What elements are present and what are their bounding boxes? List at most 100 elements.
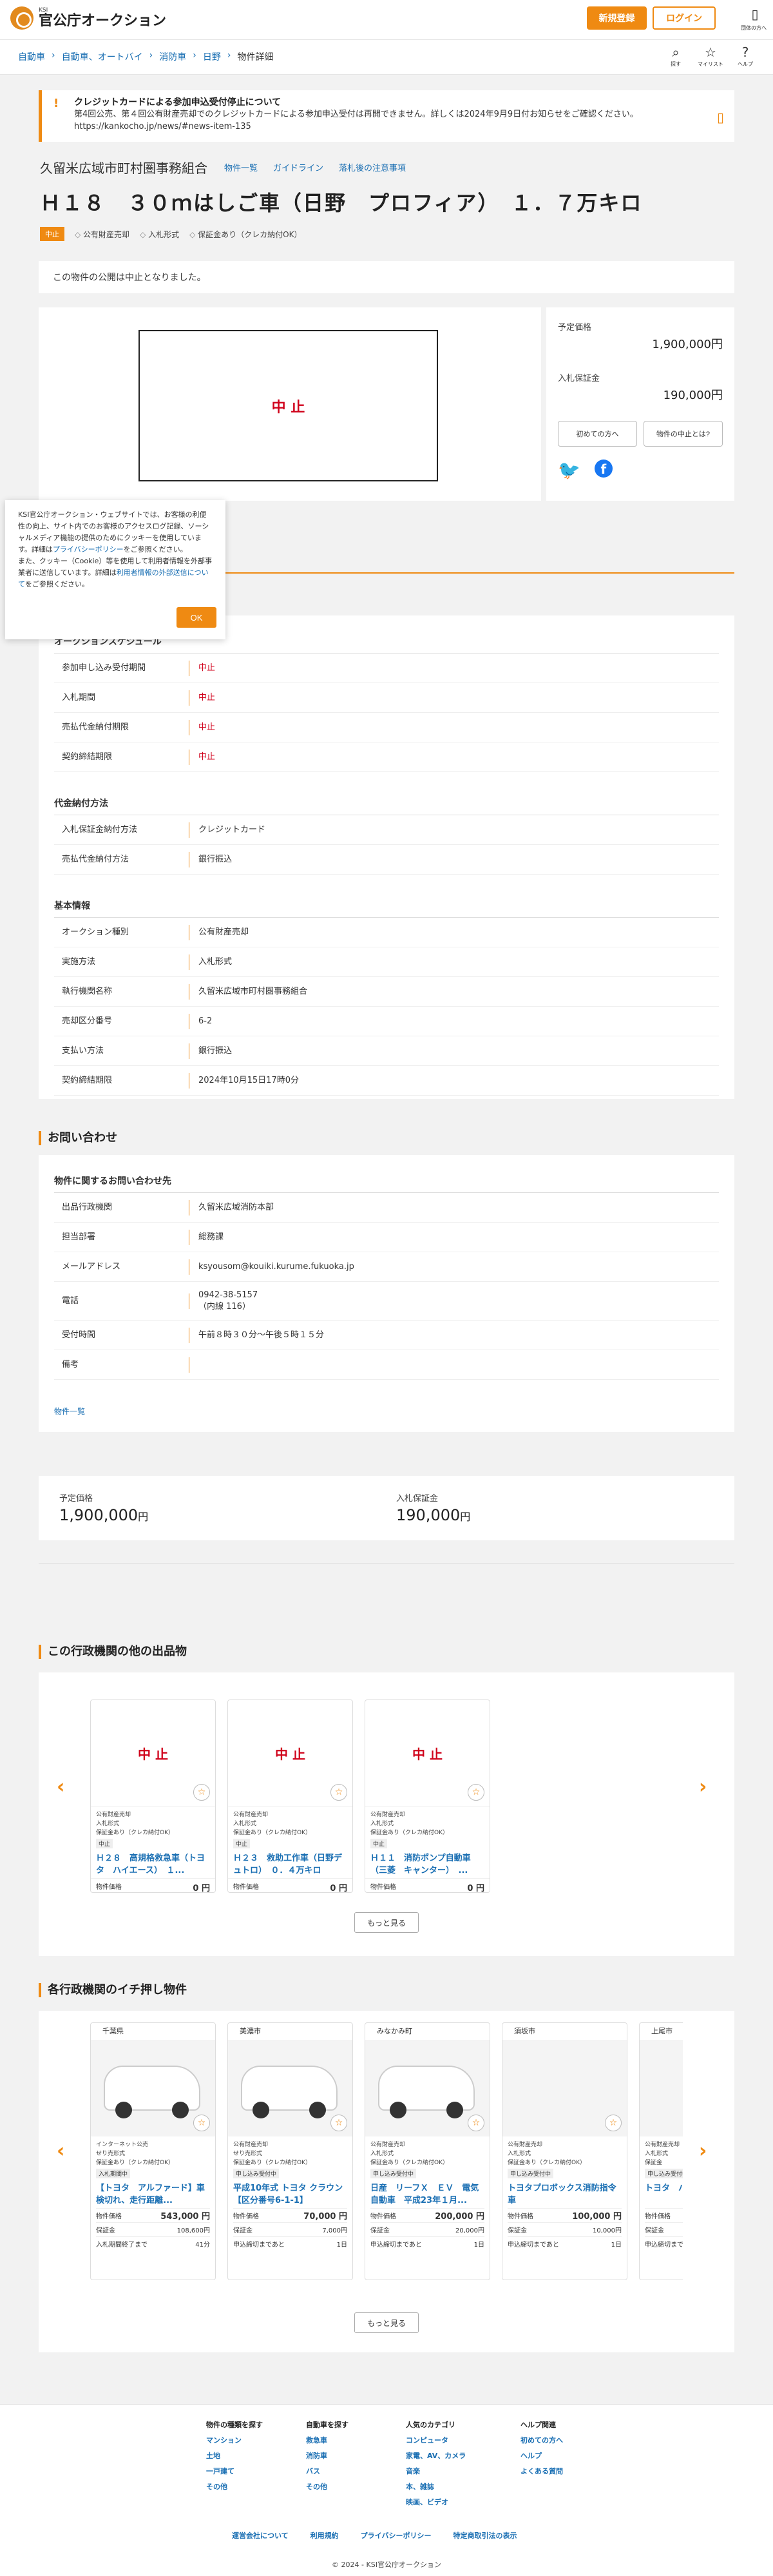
info-row-value: 中止 bbox=[198, 692, 216, 702]
info-row-value: 2024年10月15日17時0分 bbox=[198, 1075, 299, 1085]
footer-link[interactable]: 家電、AV、カメラ bbox=[406, 2448, 466, 2464]
item-card[interactable]: 中 止 ☆ 公有財産売却 入札形式 保証金あり（クレカ納付OK） 中止 Ｈ１１ 消防ポンプ自… bbox=[365, 1700, 490, 1893]
footer-links: 運営会社について 利用規約 プライバシーポリシー 特定商取引法の表示 bbox=[232, 2530, 517, 2541]
prev-arrow-icon[interactable]: ‹ bbox=[57, 1776, 64, 1798]
mylist-star-icon[interactable]: ☆ bbox=[330, 1784, 347, 1801]
card-details: 物件価格 543,000 円保証金 108,600円 入札期間終了まで 41分 bbox=[91, 2208, 215, 2251]
item-list-link-bottom[interactable]: 物件一覧 bbox=[54, 1406, 719, 1417]
org-link-label[interactable]: 団体の方へ bbox=[741, 24, 767, 32]
privacy-policy-link[interactable]: プライバシーポリシー bbox=[53, 545, 124, 554]
card-tag: 公有財産売却 bbox=[370, 1812, 406, 1818]
facebook-icon[interactable]: f bbox=[594, 460, 613, 478]
next-arrow-icon[interactable]: › bbox=[699, 1776, 707, 1798]
mylist-star-icon[interactable]: ☆ bbox=[193, 2115, 210, 2131]
company-link[interactable]: 運営会社について bbox=[232, 2530, 289, 2541]
mylist-nav[interactable]: ☆ マイリスト bbox=[698, 44, 723, 68]
site-logo[interactable]: KSI 官公庁オークション bbox=[10, 6, 166, 30]
mylist-star-icon[interactable]: ☆ bbox=[468, 1784, 484, 1801]
footer-link[interactable]: マンション bbox=[206, 2433, 263, 2448]
menu-book-icon[interactable]: ▯ bbox=[747, 6, 763, 23]
card-title[interactable]: Ｈ２３ 救助工作車（日野デュトロ） ０．４万キロ bbox=[228, 1850, 352, 1878]
login-button[interactable]: ログイン bbox=[653, 6, 716, 30]
footer-link[interactable]: よくある質問 bbox=[520, 2464, 563, 2479]
footer-link[interactable]: その他 bbox=[206, 2479, 263, 2495]
card-price-row: 物件価格 0 円 bbox=[365, 1878, 490, 1896]
footer-link[interactable]: 土地 bbox=[206, 2448, 263, 2464]
twitter-icon[interactable]: 🐦 bbox=[558, 460, 580, 481]
summary-planned-yen: 円 bbox=[138, 1511, 149, 1523]
footer-link[interactable]: 映画、ビデオ bbox=[406, 2495, 466, 2510]
next-arrow-icon[interactable]: › bbox=[699, 2140, 707, 2162]
card-title[interactable]: トヨタプロボックス消防指令車 bbox=[502, 2180, 627, 2208]
card-title[interactable]: 平成10年式 トヨタ クラウン【区分番号6-1-1】 bbox=[228, 2180, 352, 2208]
recommend-card[interactable]: 千葉県 ☆ インターネット公売 せり売形式 保証金あり（クレカ納付OK） 入札期間中 【トヨ… bbox=[90, 2022, 216, 2280]
register-button[interactable]: 新規登録 bbox=[587, 6, 647, 30]
footer-link[interactable]: 本、雑誌 bbox=[406, 2479, 466, 2495]
item-image: ☆ bbox=[365, 2040, 490, 2136]
card-title[interactable]: 日産 リーフＸ ＥＶ 電気自動車 平成23年１月... bbox=[365, 2180, 490, 2208]
footer-link[interactable]: バス bbox=[306, 2464, 348, 2479]
more-button[interactable]: もっと見る bbox=[354, 1912, 419, 1933]
card-detail-label: 保証金 bbox=[370, 2227, 390, 2234]
footer-link[interactable]: 救急車 bbox=[306, 2433, 348, 2448]
item-card[interactable]: 中 止 ☆ 公有財産売却 入札形式 保証金あり（クレカ納付OK） 中止 Ｈ２８ 高規格救急車… bbox=[90, 1700, 216, 1893]
card-tag: 保証金あり（クレカ納付OK） bbox=[96, 2160, 174, 2166]
breadcrumb-item-hino[interactable]: 日野 bbox=[203, 50, 221, 63]
card-details: 物件価格保証金申込締切まであと bbox=[640, 2208, 683, 2251]
search-nav[interactable]: ⌕ 探す bbox=[663, 44, 689, 68]
card-detail-row: 申込締切まであと 1日 bbox=[508, 2236, 622, 2251]
document-icon[interactable]: ▯ bbox=[717, 110, 724, 125]
footer-column: 自動車を探す 救急車 消防車 バス その他 bbox=[306, 2417, 348, 2495]
car-illustration bbox=[241, 2066, 338, 2118]
card-detail-label: 物件価格 bbox=[233, 2213, 259, 2220]
footer-link[interactable]: ヘルプ bbox=[520, 2448, 563, 2464]
more-button[interactable]: もっと見る bbox=[354, 2312, 419, 2333]
card-status-badge: 中止 bbox=[233, 1839, 251, 1848]
info-row: 契約締結期限 2024年10月15日17時0分 bbox=[54, 1066, 719, 1096]
other-items-carousel: ‹ › 中 止 ☆ 公有財産売却 入札形式 保証金あり（クレカ納付OK） 中止 Ｈ２８ 高規… bbox=[39, 1672, 734, 1956]
breadcrumb-separator: › bbox=[227, 50, 231, 61]
item-list-link[interactable]: 物件一覧 bbox=[224, 161, 258, 173]
recommend-card[interactable]: 上尾市☆公有財産売却入札形式保証金申し込み受付中トヨタ ハ物件価格保証金申込締切… bbox=[639, 2022, 683, 2280]
card-detail-value: 20,000円 bbox=[455, 2227, 484, 2234]
mylist-star-icon[interactable]: ☆ bbox=[468, 2115, 484, 2131]
card-tag: 保証金あり（クレカ納付OK） bbox=[233, 2160, 311, 2166]
card-detail-label: 入札期間終了まで bbox=[96, 2242, 148, 2249]
footer-link[interactable]: 音楽 bbox=[406, 2464, 466, 2479]
info-row-value: クレジットカード bbox=[198, 824, 266, 835]
recommend-card[interactable]: 美濃市 ☆ 公有財産売却 せり売形式 保証金あり（クレカ納付OK） 申し込み受付中 平成10… bbox=[227, 2022, 353, 2280]
mylist-star-icon[interactable]: ☆ bbox=[193, 1784, 210, 1801]
card-title[interactable]: トヨタ ハ bbox=[640, 2180, 683, 2208]
what-is-stop-button[interactable]: 物件の中止とは? bbox=[644, 421, 723, 447]
breadcrumb-item-car-bike[interactable]: 自動車、オートバイ bbox=[62, 50, 143, 63]
cookie-ok-button[interactable]: OK bbox=[177, 607, 216, 628]
card-price-value: 0 円 bbox=[467, 1884, 484, 1893]
recommend-card[interactable]: みなかみ町 ☆ 公有財産売却 入札形式 保証金あり（クレカ納付OK） 申し込み受付中 日産 … bbox=[365, 2022, 490, 2280]
info-row-value[interactable]: ksyousom@kouiki.kurume.fukuoka.jp bbox=[189, 1261, 354, 1273]
card-title[interactable]: Ｈ２８ 高規格救急車（トヨタ ハイエース） １... bbox=[91, 1850, 215, 1878]
terms-link[interactable]: 利用規約 bbox=[310, 2530, 339, 2541]
notice-body: 第4回公売、第４回公有財産売却でのクレジットカードによる参加申込受付は再開できま… bbox=[74, 110, 638, 119]
item-card[interactable]: 中 止 ☆ 公有財産売却 入札形式 保証金あり（クレカ納付OK） 中止 Ｈ２３ 救助工作車（… bbox=[227, 1700, 353, 1893]
footer-link[interactable]: 消防車 bbox=[306, 2448, 348, 2464]
privacy-link[interactable]: プライバシーポリシー bbox=[361, 2530, 432, 2541]
recommend-card[interactable]: 須坂市 ☆ 公有財産売却 入札形式 保証金あり（クレカ納付OK） 申し込み受付中 トヨタプロ… bbox=[502, 2022, 627, 2280]
page-title: Ｈ１８ ３０ｍはしご車（日野 プロフィア） １．７万キロ bbox=[40, 191, 643, 215]
mylist-nav-label: マイリスト bbox=[698, 61, 723, 67]
mylist-star-icon[interactable]: ☆ bbox=[605, 2115, 622, 2131]
card-title[interactable]: 【トヨタ アルファード】車検切れ、走行距離... bbox=[91, 2180, 215, 2208]
footer-link[interactable]: コンピュータ bbox=[406, 2433, 466, 2448]
commerce-law-link[interactable]: 特定商取引法の表示 bbox=[453, 2530, 517, 2541]
breadcrumb-item-car[interactable]: 自動車 bbox=[18, 50, 45, 63]
card-price-row: 物件価格 0 円 bbox=[91, 1878, 215, 1896]
after-bid-link[interactable]: 落札後の注意事項 bbox=[339, 161, 406, 173]
breadcrumb-item-firetruck[interactable]: 消防車 bbox=[159, 50, 186, 63]
mylist-star-icon[interactable]: ☆ bbox=[330, 2115, 347, 2131]
footer-link[interactable]: 初めての方へ bbox=[520, 2433, 563, 2448]
footer-link[interactable]: 一戸建て bbox=[206, 2464, 263, 2479]
help-nav[interactable]: ? ヘルプ bbox=[732, 44, 758, 68]
footer-link[interactable]: その他 bbox=[306, 2479, 348, 2495]
guideline-link[interactable]: ガイドライン bbox=[273, 161, 323, 173]
card-title[interactable]: Ｈ１１ 消防ポンプ自動車（三菱 キャンター） ... bbox=[365, 1850, 490, 1878]
first-time-button[interactable]: 初めての方へ bbox=[558, 421, 637, 447]
